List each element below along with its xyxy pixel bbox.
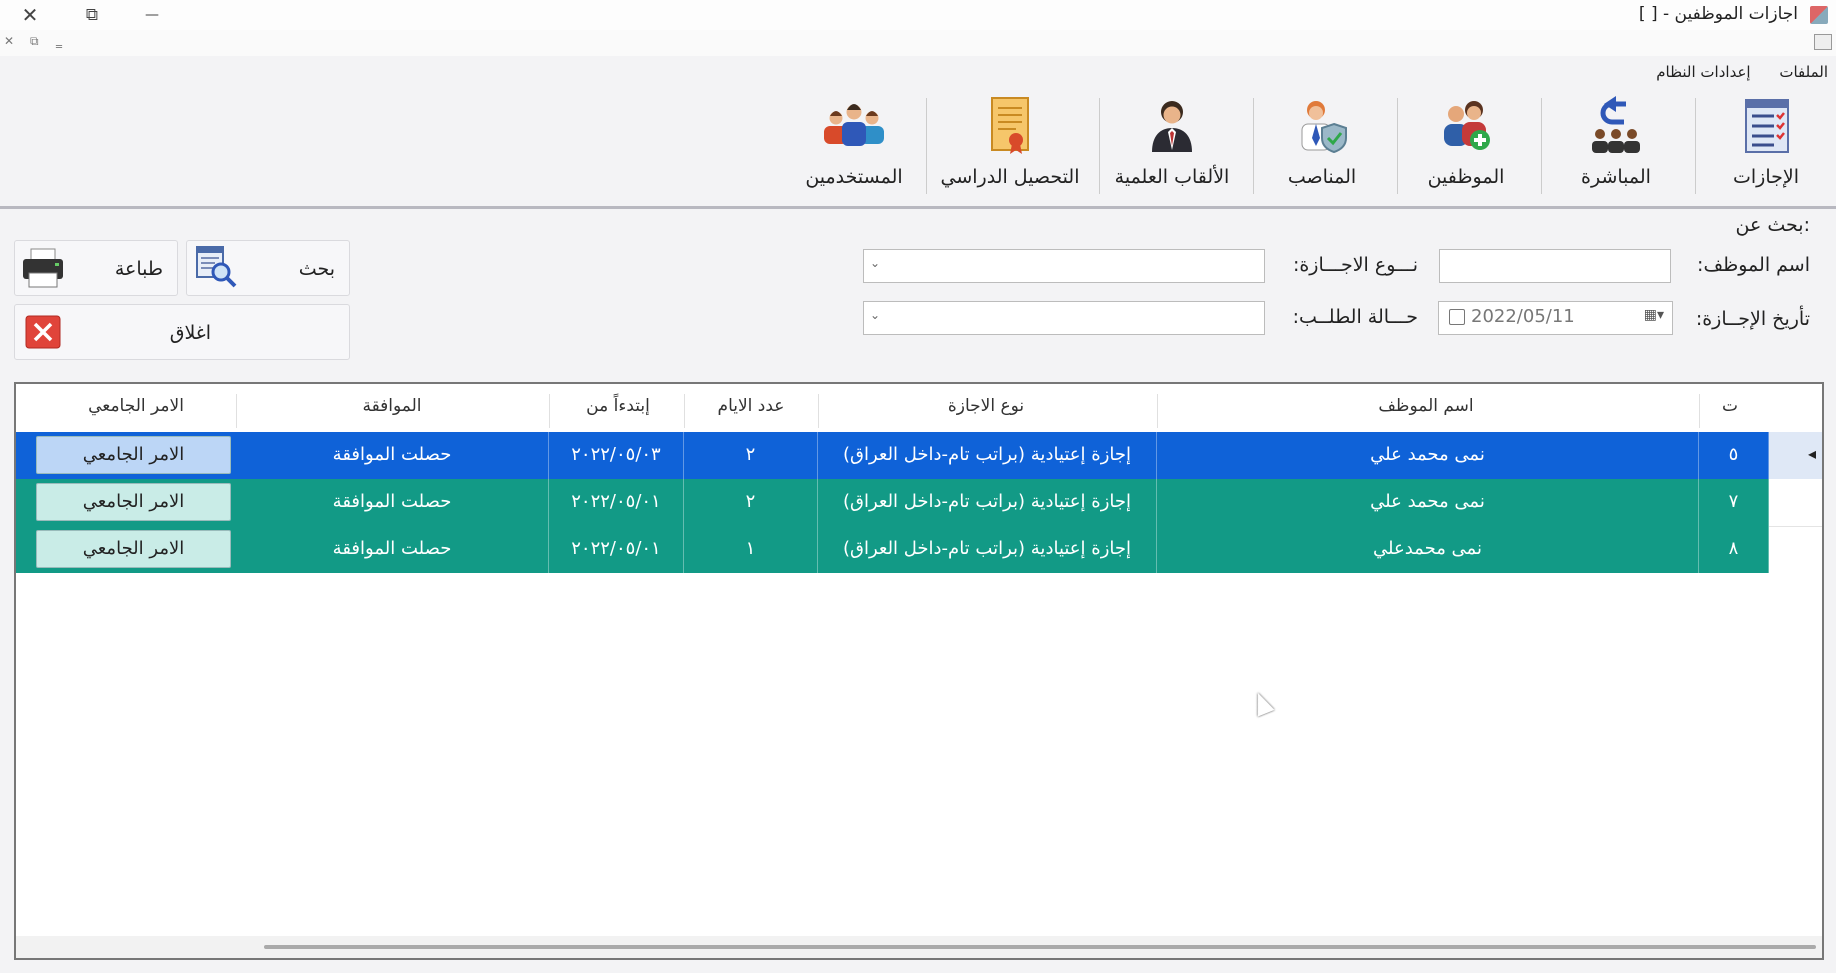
- mdi-bar: ✕ ⧉ ‗: [0, 30, 1836, 56]
- toolbar-employees-label: الموظفين: [1427, 166, 1505, 188]
- toolbar-employees-button[interactable]: الموظفين: [1396, 94, 1536, 198]
- toolbar-commencement-label: المباشرة: [1581, 166, 1651, 188]
- cell-approval: حصلت الموافقة: [236, 479, 549, 526]
- cell-approval: حصلت الموافقة: [236, 526, 549, 573]
- cell-employee-name: نمى محمد علي: [1157, 479, 1699, 526]
- title-bar: ✕ ⧉ — اجازات الموظفين - [ ]: [0, 0, 1836, 30]
- col-header-no[interactable]: ت: [1710, 396, 1750, 416]
- cell-start-date: ٢٠٢٢/٠٥/٠١: [549, 479, 684, 526]
- cell-leave-type: إجازة إعتيادية (براتب تام-داخل العراق): [818, 479, 1157, 526]
- cell-employee-name: نمى محمد علي: [1157, 432, 1699, 479]
- app-icon: [1810, 6, 1828, 24]
- cell-days: ٢: [684, 432, 818, 479]
- mdi-minimize-button[interactable]: ‗: [56, 34, 62, 48]
- leave-date-checkbox[interactable]: [1449, 309, 1465, 325]
- toolbar-leaves-label: الإجازات: [1733, 166, 1799, 188]
- toolbar-academic-titles-button[interactable]: الألقاب العلمية: [1102, 94, 1242, 198]
- cell-days: ٢: [684, 479, 818, 526]
- search-button-label: بحث: [298, 258, 335, 280]
- print-button[interactable]: طباعة: [14, 240, 178, 296]
- table-row[interactable]: ٥ نمى محمد علي إجازة إعتيادية (براتب تام…: [16, 432, 1769, 479]
- search-heading: بحث عن:: [1735, 214, 1810, 236]
- toolbar-education-button[interactable]: التحصيل الدراسي: [930, 94, 1090, 198]
- position-shield-icon: [1301, 101, 1347, 154]
- leave-date-picker[interactable]: 2022/05/11 ▦▾: [1438, 301, 1673, 335]
- col-header-days[interactable]: عدد الايام: [686, 396, 816, 416]
- scrollbar-thumb[interactable]: [264, 945, 1816, 949]
- cell-start-date: ٢٠٢٢/٠٥/٠٣: [549, 432, 684, 479]
- cell-leave-type: إجازة إعتيادية (براتب تام-داخل العراق): [818, 432, 1157, 479]
- university-order-button[interactable]: الامر الجامعي: [36, 436, 231, 474]
- toolbar-commencement-button[interactable]: المباشرة: [1546, 94, 1686, 198]
- search-icon: [196, 246, 237, 288]
- leaves-grid[interactable]: ت اسم الموظف نوع الاجازة عدد الايام إبتد…: [14, 382, 1824, 960]
- cell-no: ٧: [1699, 479, 1769, 526]
- grid-header: ت اسم الموظف نوع الاجازة عدد الايام إبتد…: [16, 384, 1822, 432]
- leave-date-label: تأريخ الإجــازة:: [1695, 308, 1810, 330]
- toolbar-education-label: التحصيل الدراسي: [940, 166, 1080, 188]
- calendar-dropdown-icon[interactable]: ▦▾: [1644, 307, 1664, 323]
- add-employee-icon: [1444, 101, 1490, 150]
- mdi-close-button[interactable]: ✕: [4, 34, 14, 48]
- current-row-marker-icon: ◂: [1807, 444, 1816, 463]
- leave-date-value: 2022/05/11: [1471, 306, 1575, 327]
- cell-no: ٨: [1699, 526, 1769, 573]
- row-header[interactable]: [1769, 479, 1822, 527]
- table-row[interactable]: ٨ نمى محمدعلي إجازة إعتيادية (براتب تام-…: [16, 526, 1769, 573]
- leave-type-label: نـــوع الاجـــازة:: [1292, 254, 1418, 276]
- toolbar-positions-button[interactable]: المناصب: [1252, 94, 1392, 198]
- mdi-form-icon: [1814, 34, 1832, 50]
- toolbar-users-label: المستخدمين: [805, 166, 903, 188]
- toolbar-users-button[interactable]: المستخدمين: [784, 94, 924, 198]
- university-order-button[interactable]: الامر الجامعي: [36, 530, 231, 568]
- table-row[interactable]: ٧ نمى محمد علي إجازة إعتيادية (براتب تام…: [16, 479, 1769, 526]
- col-header-approval[interactable]: الموافقة: [236, 396, 548, 416]
- printer-icon: [23, 248, 63, 288]
- close-button-label: اغلاق: [169, 322, 211, 344]
- menu-bar: الملفات إعدادات النظام: [0, 58, 1836, 86]
- request-status-label: حـــالة الطلــب:: [1292, 306, 1418, 328]
- close-window-button[interactable]: ✕: [14, 2, 46, 28]
- close-icon: [25, 315, 61, 349]
- restore-window-button[interactable]: ⧉: [76, 2, 108, 28]
- users-group-icon: [824, 104, 884, 146]
- horizontal-scrollbar[interactable]: [16, 936, 1822, 958]
- menu-files[interactable]: الملفات: [1779, 58, 1828, 86]
- scholar-icon: [1152, 101, 1192, 152]
- mdi-restore-button[interactable]: ⧉: [30, 34, 39, 49]
- employee-name-input[interactable]: [1439, 249, 1671, 283]
- toolbar-leaves-button[interactable]: الإجازات: [1696, 94, 1836, 198]
- employee-name-label: اسم الموظف:: [1697, 254, 1810, 276]
- certificate-icon: [991, 97, 1029, 154]
- cell-start-date: ٢٠٢٢/٠٥/٠١: [549, 526, 684, 573]
- toolbar-academic-titles-label: الألقاب العلمية: [1114, 166, 1230, 188]
- col-header-employee-name[interactable]: اسم الموظف: [1151, 396, 1701, 416]
- search-button[interactable]: بحث: [186, 240, 350, 296]
- university-order-button[interactable]: الامر الجامعي: [36, 483, 231, 521]
- col-header-university-order[interactable]: الامر الجامعي: [36, 396, 236, 416]
- return-group-icon: [1592, 96, 1640, 153]
- col-header-leave-type[interactable]: نوع الاجازة: [816, 396, 1156, 416]
- request-status-combo[interactable]: ⌄: [863, 301, 1265, 335]
- minimize-window-button[interactable]: —: [136, 2, 168, 28]
- col-header-start-date[interactable]: إبتدءاً من: [552, 396, 684, 416]
- menu-system-settings[interactable]: إعدادات النظام: [1656, 58, 1750, 86]
- cell-no: ٥: [1699, 432, 1769, 479]
- main-toolbar: الإجازات المباشرة الموظفين المناصب الألق…: [0, 88, 1836, 209]
- window-title: اجازات الموظفين - [ ]: [1638, 4, 1798, 24]
- toolbar-positions-label: المناصب: [1287, 166, 1357, 188]
- leave-type-combo[interactable]: ⌄: [863, 249, 1265, 283]
- checklist-icon: [1745, 99, 1789, 153]
- print-button-label: طباعة: [114, 258, 163, 280]
- cell-days: ١: [684, 526, 818, 573]
- cell-employee-name: نمى محمدعلي: [1157, 526, 1699, 573]
- chevron-down-icon[interactable]: ⌄: [870, 308, 880, 322]
- cell-leave-type: إجازة إعتيادية (براتب تام-داخل العراق): [818, 526, 1157, 573]
- close-button[interactable]: اغلاق: [14, 304, 350, 360]
- current-row-indicator[interactable]: ◂: [1769, 432, 1822, 480]
- chevron-down-icon[interactable]: ⌄: [870, 256, 880, 270]
- cell-approval: حصلت الموافقة: [236, 432, 549, 479]
